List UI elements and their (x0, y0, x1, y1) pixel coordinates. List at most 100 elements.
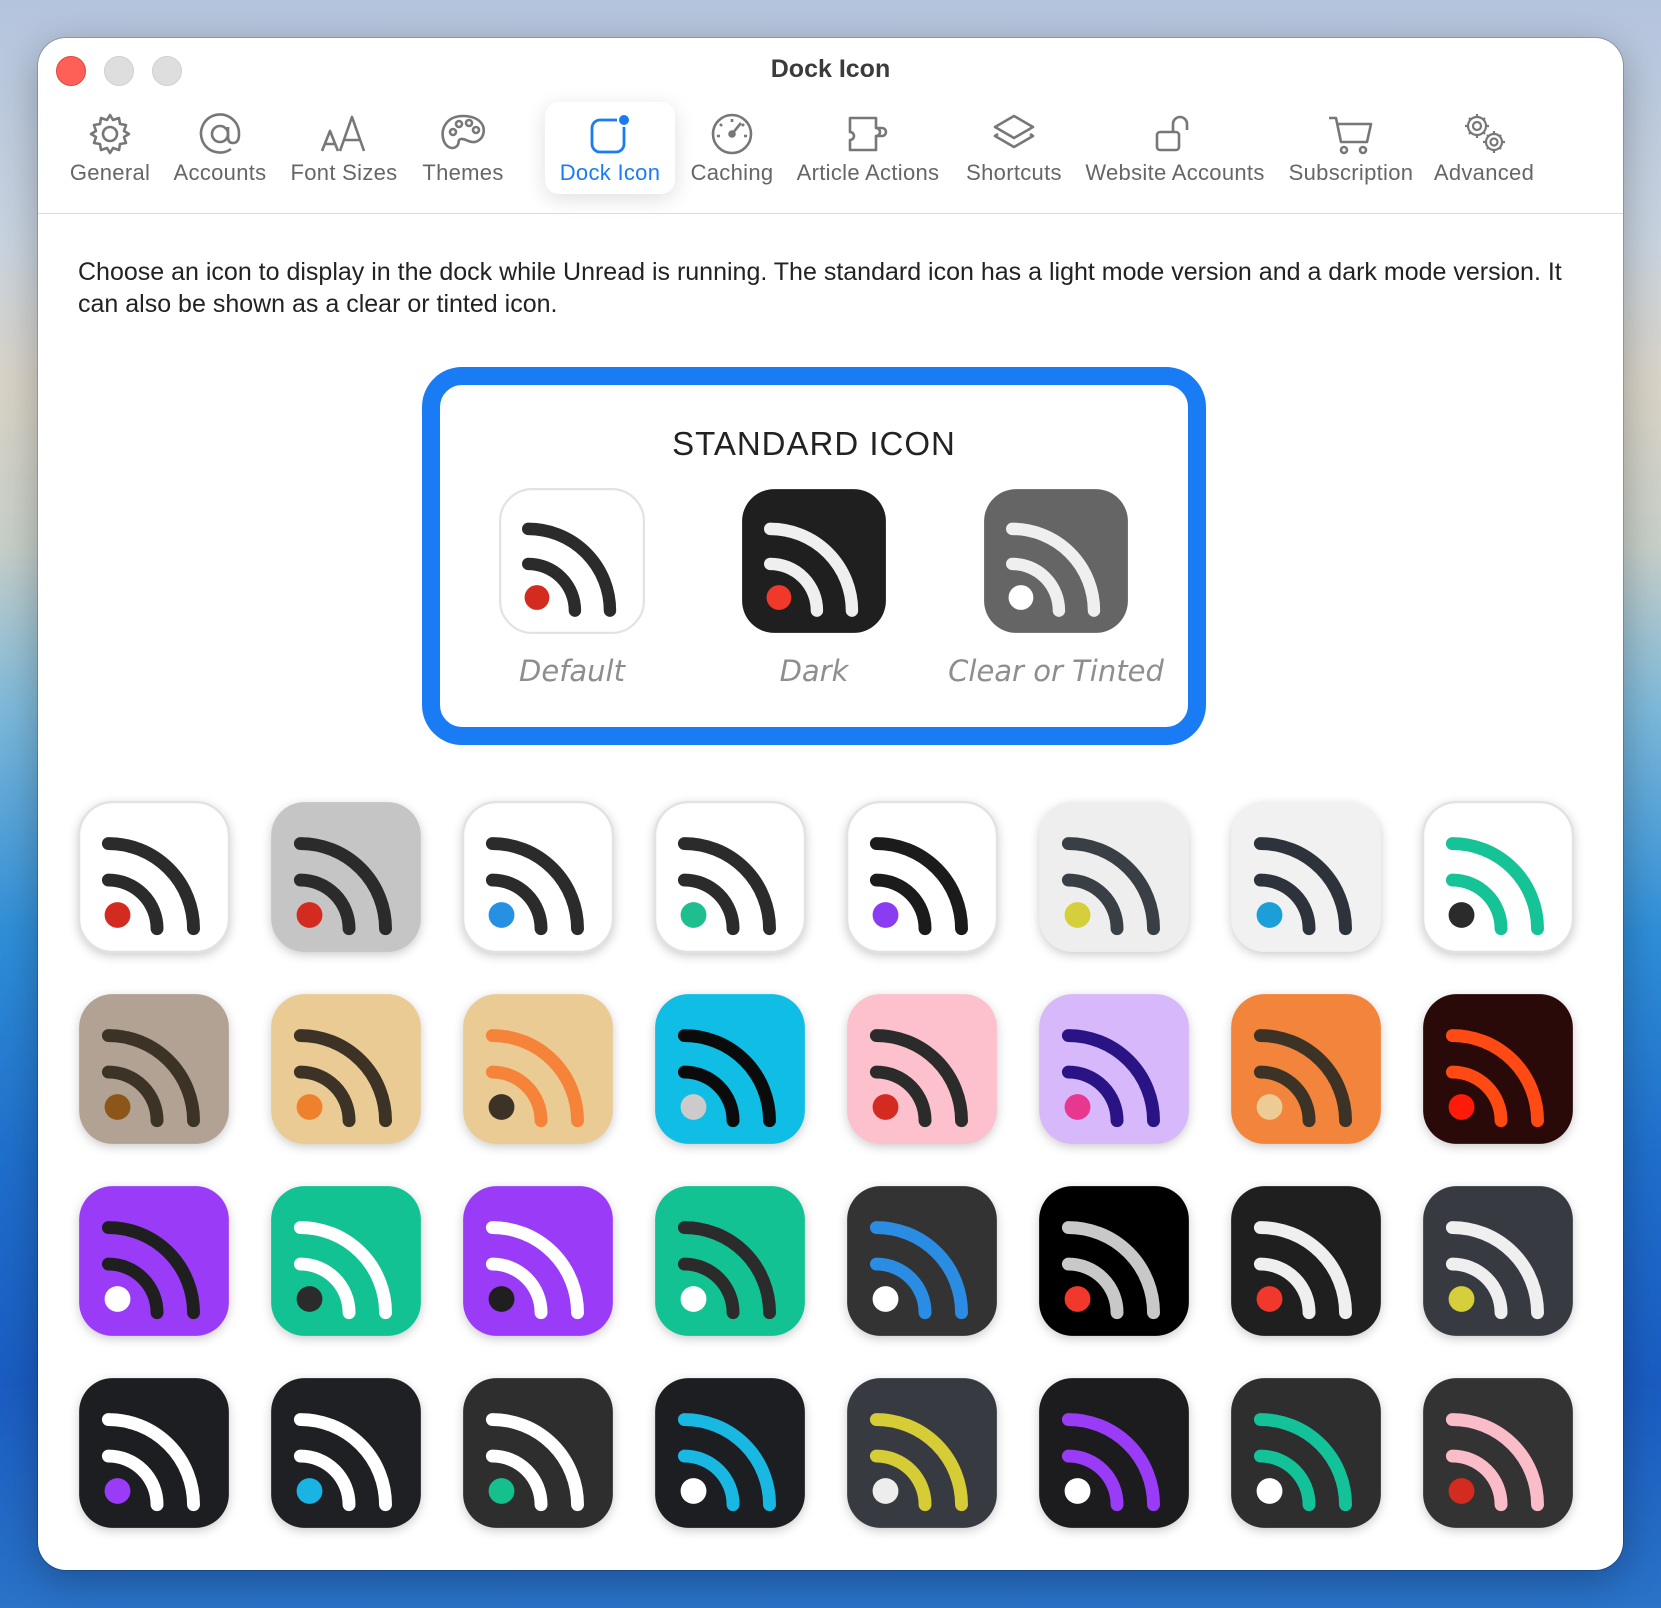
rss-icon (654, 1185, 806, 1337)
dock-icon-option[interactable] (1038, 801, 1190, 953)
rss-icon (499, 488, 645, 634)
tab-label: Subscription (1288, 160, 1414, 185)
rss-icon (270, 1377, 422, 1529)
rss-icon (1038, 1377, 1190, 1529)
rss-icon (1230, 1185, 1382, 1337)
icon-caption: Clear or Tinted (948, 654, 1164, 688)
tab-accounts[interactable]: Accounts (170, 102, 270, 194)
dock-icon-option[interactable] (1230, 993, 1382, 1145)
dock-icon-option[interactable] (1038, 1377, 1190, 1529)
dock-icon-option[interactable] (78, 801, 230, 953)
rss-icon (846, 1377, 998, 1529)
rss-icon (983, 488, 1129, 634)
dock-icon-option[interactable] (270, 1185, 422, 1337)
standard-icon-card[interactable]: STANDARD ICON Default Dark Clear or Tint… (422, 367, 1206, 745)
font-size-icon (320, 110, 368, 158)
dock-icon-option[interactable] (78, 1377, 230, 1529)
tab-subscription[interactable]: Subscription (1283, 102, 1419, 194)
preferences-window: Dock Icon General Accounts Font Sizes Th… (38, 38, 1623, 1570)
standard-icon-title: STANDARD ICON (672, 425, 956, 462)
dock-icon-option[interactable] (846, 993, 998, 1145)
tab-label: Font Sizes (290, 160, 398, 185)
tab-dock-icon[interactable]: Dock Icon (545, 102, 675, 194)
dock-icon-option[interactable] (654, 801, 806, 953)
dock-icon-option[interactable] (270, 993, 422, 1145)
standard-icon-default: Default (452, 488, 692, 688)
rss-icon (1230, 993, 1382, 1145)
dock-icon-option[interactable] (1038, 993, 1190, 1145)
tab-label: General (69, 160, 151, 185)
rss-icon (78, 1185, 230, 1337)
dock-icon-option[interactable] (1422, 1185, 1574, 1337)
window-title: Dock Icon (770, 55, 891, 83)
rss-icon (1038, 1185, 1190, 1337)
speedometer-icon (708, 110, 756, 158)
standard-icon-clear-tinted: Clear or Tinted (936, 488, 1176, 688)
tab-caching[interactable]: Caching (685, 102, 779, 194)
rss-icon (462, 1185, 614, 1337)
tab-general[interactable]: General (68, 102, 152, 194)
dock-icon-option[interactable] (654, 1377, 806, 1529)
tab-advanced[interactable]: Advanced (1432, 102, 1536, 194)
tab-website-accounts[interactable]: Website Accounts (1080, 102, 1270, 194)
rss-icon (270, 801, 422, 953)
standard-icon-dark: Dark (694, 488, 934, 688)
rss-icon (270, 1185, 422, 1337)
toolbar-divider (38, 213, 1623, 214)
dock-icon-option[interactable] (270, 801, 422, 953)
rss-icon (462, 1377, 614, 1529)
dock-icon-option[interactable] (78, 993, 230, 1145)
dock-icon-option[interactable] (462, 1377, 614, 1529)
tab-label: Website Accounts (1085, 160, 1265, 185)
dock-icon-option[interactable] (1230, 801, 1382, 953)
rss-icon (1230, 1377, 1382, 1529)
icon-caption: Dark (779, 654, 849, 688)
tab-font-sizes[interactable]: Font Sizes (288, 102, 400, 194)
layers-icon (990, 110, 1038, 158)
rss-icon (846, 993, 998, 1145)
tab-label: Shortcuts (966, 160, 1062, 185)
tab-label: Caching (690, 160, 774, 185)
rss-icon (1230, 801, 1382, 953)
tab-label: Accounts (173, 160, 267, 185)
tab-shortcuts[interactable]: Shortcuts (958, 102, 1070, 194)
dock-icon-option[interactable] (846, 801, 998, 953)
rss-icon (1422, 801, 1574, 953)
description-text: Choose an icon to display in the dock wh… (78, 258, 1562, 318)
dock-icon-option[interactable] (270, 1377, 422, 1529)
dock-icon-option[interactable] (1230, 1185, 1382, 1337)
rss-icon (1422, 993, 1574, 1145)
rss-icon (78, 1377, 230, 1529)
dock-icon-option[interactable] (1422, 801, 1574, 953)
dock-icon-option[interactable] (462, 801, 614, 953)
dock-icon-option[interactable] (462, 993, 614, 1145)
dock-icon-option[interactable] (654, 1185, 806, 1337)
unlock-icon (1151, 110, 1199, 158)
rss-icon (1422, 1377, 1574, 1529)
rss-icon (1038, 993, 1190, 1145)
dock-icon-option[interactable] (1038, 1185, 1190, 1337)
rss-icon (654, 1377, 806, 1529)
tab-themes[interactable]: Themes (418, 102, 508, 194)
rss-icon (1038, 801, 1190, 953)
dock-icon-option[interactable] (462, 1185, 614, 1337)
dock-icon-option[interactable] (1230, 1377, 1382, 1529)
dock-icon-option[interactable] (654, 993, 806, 1145)
dock-icon-icon (586, 110, 634, 158)
rss-icon (462, 801, 614, 953)
cart-icon (1327, 110, 1375, 158)
at-sign-icon (196, 110, 244, 158)
tab-article-actions[interactable]: Article Actions (790, 102, 946, 194)
gear-icon (86, 110, 134, 158)
dock-icon-option[interactable] (1422, 1377, 1574, 1529)
rss-icon (1422, 1185, 1574, 1337)
dock-icon-option[interactable] (78, 1185, 230, 1337)
rss-icon (78, 993, 230, 1145)
dock-icon-option[interactable] (1422, 993, 1574, 1145)
dock-icon-option[interactable] (846, 1185, 998, 1337)
tab-label: Advanced (1433, 160, 1535, 185)
dock-icon-option[interactable] (846, 1377, 998, 1529)
icon-caption: Default (519, 654, 625, 688)
palette-icon (439, 110, 487, 158)
tab-label: Dock Icon (559, 160, 661, 185)
